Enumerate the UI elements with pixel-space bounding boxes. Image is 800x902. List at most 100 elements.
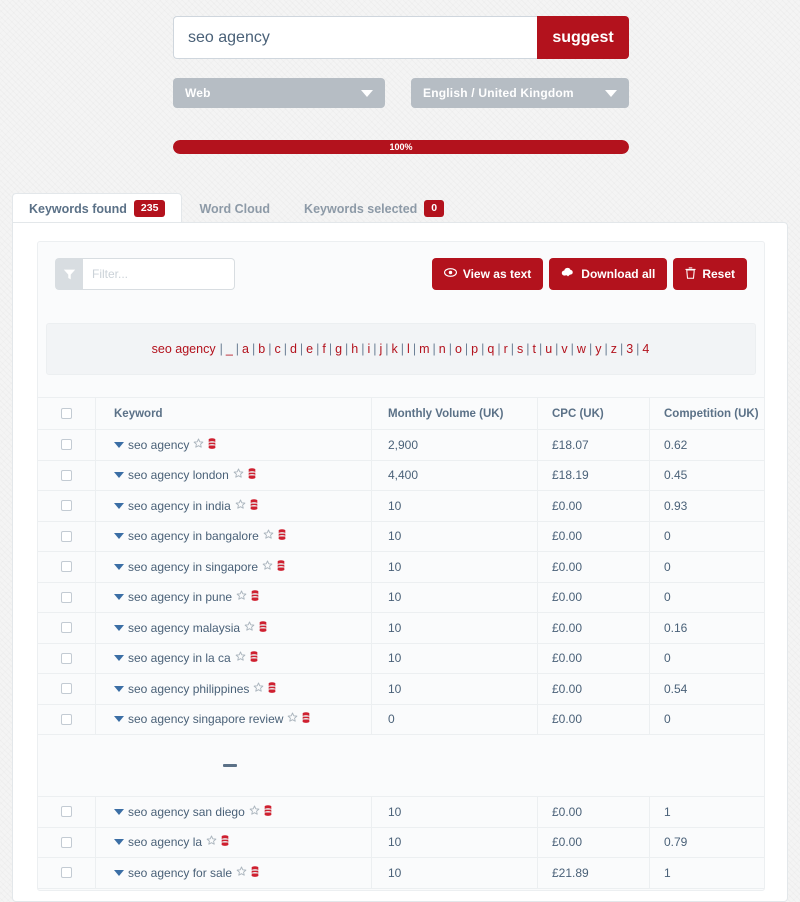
star-icon[interactable] [233, 468, 244, 482]
star-icon[interactable] [263, 529, 274, 543]
star-icon[interactable] [249, 805, 260, 819]
keyword-text[interactable]: seo agency philippines [128, 682, 249, 696]
star-icon[interactable] [244, 621, 255, 635]
keyword-text[interactable]: seo agency for sale [128, 866, 232, 880]
triangle-down-icon[interactable] [114, 870, 124, 876]
alpha-segment-m[interactable]: m [418, 342, 430, 356]
column-header-keyword[interactable]: Keyword [96, 398, 372, 429]
tab-keywords-found[interactable]: Keywords found 235 [12, 193, 182, 223]
row-checkbox[interactable] [61, 470, 72, 481]
keyword-text[interactable]: seo agency in singapore [128, 560, 258, 574]
database-icon[interactable] [259, 621, 267, 635]
keyword-text[interactable]: seo agency la [128, 835, 202, 849]
alpha-segment-d[interactable]: d [289, 342, 298, 356]
star-icon[interactable] [236, 866, 247, 880]
column-header-monthly-volume[interactable]: Monthly Volume (UK) [372, 398, 538, 429]
alpha-segment-g[interactable]: g [334, 342, 343, 356]
database-icon[interactable] [277, 560, 285, 574]
row-checkbox[interactable] [61, 500, 72, 511]
database-icon[interactable] [221, 835, 229, 849]
triangle-down-icon[interactable] [114, 564, 124, 570]
alpha-segment-k[interactable]: k [391, 342, 399, 356]
reset-button[interactable]: Reset [673, 258, 747, 290]
row-checkbox[interactable] [61, 837, 72, 848]
view-as-text-button[interactable]: View as text [432, 258, 543, 290]
filter-input[interactable] [83, 258, 235, 290]
alpha-segment-y[interactable]: y [594, 342, 602, 356]
download-all-button[interactable]: Download all [549, 258, 667, 290]
keyword-text[interactable]: seo agency london [128, 468, 229, 482]
suggest-button[interactable]: suggest [537, 16, 629, 59]
alpha-segment-s[interactable]: s [516, 342, 524, 356]
alpha-segment-h[interactable]: h [350, 342, 359, 356]
column-header-cpc[interactable]: CPC (UK) [538, 398, 650, 429]
triangle-down-icon[interactable] [114, 839, 124, 845]
database-icon[interactable] [278, 529, 286, 543]
row-checkbox[interactable] [61, 622, 72, 633]
database-icon[interactable] [251, 866, 259, 880]
row-checkbox[interactable] [61, 531, 72, 542]
star-icon[interactable] [206, 835, 217, 849]
tab-keywords-selected[interactable]: Keywords selected 0 [287, 193, 461, 223]
alpha-segment-n[interactable]: n [438, 342, 447, 356]
keyword-text[interactable]: seo agency singapore review [128, 712, 283, 726]
star-icon[interactable] [193, 438, 204, 452]
triangle-down-icon[interactable] [114, 809, 124, 815]
column-header-competition[interactable]: Competition (UK) [650, 398, 764, 429]
triangle-down-icon[interactable] [114, 594, 124, 600]
alpha-segment-o[interactable]: o [454, 342, 463, 356]
language-select[interactable]: English / United Kingdom [411, 78, 629, 108]
keyword-text[interactable]: seo agency in la ca [128, 651, 231, 665]
triangle-down-icon[interactable] [114, 686, 124, 692]
alpha-segment-b[interactable]: b [257, 342, 266, 356]
alpha-segment-z[interactable]: z [610, 342, 618, 356]
star-icon[interactable] [287, 712, 298, 726]
triangle-down-icon[interactable] [114, 716, 124, 722]
keyword-text[interactable]: seo agency in bangalore [128, 529, 259, 543]
search-input[interactable] [173, 16, 537, 59]
alpha-segment-u[interactable]: u [544, 342, 553, 356]
keyword-text[interactable]: seo agency in pune [128, 590, 232, 604]
database-icon[interactable] [251, 590, 259, 604]
triangle-down-icon[interactable] [114, 655, 124, 661]
row-checkbox[interactable] [61, 714, 72, 725]
triangle-down-icon[interactable] [114, 442, 124, 448]
row-checkbox[interactable] [61, 439, 72, 450]
star-icon[interactable] [262, 560, 273, 574]
database-icon[interactable] [248, 468, 256, 482]
database-icon[interactable] [302, 712, 310, 726]
database-icon[interactable] [250, 499, 258, 513]
keyword-text[interactable]: seo agency [128, 438, 189, 452]
triangle-down-icon[interactable] [114, 503, 124, 509]
alpha-segment-p[interactable]: p [470, 342, 479, 356]
alpha-segment-w[interactable]: w [576, 342, 587, 356]
alpha-segment-4[interactable]: 4 [641, 342, 650, 356]
select-all-checkbox[interactable] [61, 408, 72, 419]
collapse-toggle-icon[interactable] [223, 764, 237, 767]
row-checkbox[interactable] [61, 592, 72, 603]
star-icon[interactable] [235, 651, 246, 665]
alpha-segment-v[interactable]: v [560, 342, 568, 356]
triangle-down-icon[interactable] [114, 472, 124, 478]
alpha-segment-c[interactable]: c [273, 342, 281, 356]
star-icon[interactable] [235, 499, 246, 513]
alpha-segment-e[interactable]: e [305, 342, 314, 356]
tab-word-cloud[interactable]: Word Cloud [182, 193, 287, 223]
star-icon[interactable] [236, 590, 247, 604]
row-checkbox[interactable] [61, 561, 72, 572]
database-icon[interactable] [268, 682, 276, 696]
row-checkbox[interactable] [61, 683, 72, 694]
database-icon[interactable] [208, 438, 216, 452]
source-select[interactable]: Web [173, 78, 385, 108]
database-icon[interactable] [264, 805, 272, 819]
row-checkbox[interactable] [61, 653, 72, 664]
alpha-keyword[interactable]: seo agency [152, 342, 218, 356]
row-checkbox[interactable] [61, 806, 72, 817]
alpha-segment-3[interactable]: 3 [625, 342, 634, 356]
triangle-down-icon[interactable] [114, 625, 124, 631]
keyword-text[interactable]: seo agency san diego [128, 805, 245, 819]
star-icon[interactable] [253, 682, 264, 696]
alpha-segment-_[interactable]: _ [225, 342, 234, 356]
triangle-down-icon[interactable] [114, 533, 124, 539]
row-checkbox[interactable] [61, 867, 72, 878]
